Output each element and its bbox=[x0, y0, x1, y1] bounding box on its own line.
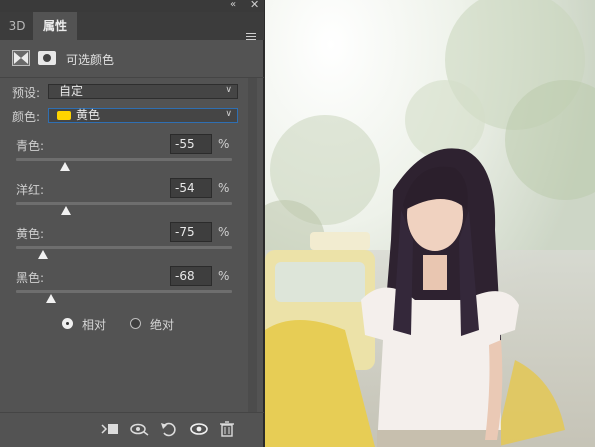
panel-scrollbar[interactable] bbox=[248, 78, 257, 412]
preset-value: 自定 bbox=[59, 84, 84, 98]
relative-radio[interactable] bbox=[62, 318, 73, 329]
yellow-unit: % bbox=[218, 225, 230, 239]
view-previous-icon[interactable] bbox=[130, 421, 150, 437]
adjustment-layer-icon[interactable] bbox=[12, 50, 30, 66]
relative-label: 相对 bbox=[82, 318, 107, 332]
magenta-slider-thumb[interactable] bbox=[60, 206, 71, 215]
preset-label: 预设: bbox=[12, 86, 41, 100]
panel-title: 可选颜色 bbox=[66, 53, 115, 67]
visibility-eye-icon[interactable] bbox=[189, 421, 209, 437]
panel-footer bbox=[0, 412, 264, 447]
black-slider-track[interactable] bbox=[16, 290, 232, 293]
tab-3d[interactable]: 3D bbox=[4, 12, 30, 40]
colors-dropdown[interactable]: 黄色 ∨ bbox=[48, 108, 238, 123]
magenta-slider-track[interactable] bbox=[16, 202, 232, 205]
panel-top-strip: « ✕ bbox=[0, 0, 264, 12]
close-panel-icon[interactable]: ✕ bbox=[250, 0, 259, 11]
black-unit: % bbox=[218, 269, 230, 283]
magenta-input[interactable]: -54 bbox=[170, 178, 212, 198]
yellow-input[interactable]: -75 bbox=[170, 222, 212, 242]
colors-value: 黄色 bbox=[76, 108, 101, 122]
yellow-label: 黄色: bbox=[16, 227, 45, 241]
cyan-label: 青色: bbox=[16, 139, 45, 153]
black-label: 黑色: bbox=[16, 271, 45, 285]
black-slider-thumb[interactable] bbox=[45, 294, 56, 303]
layer-mask-icon[interactable] bbox=[38, 51, 56, 65]
trash-icon[interactable] bbox=[219, 421, 235, 437]
yellow-slider-track[interactable] bbox=[16, 246, 232, 249]
reset-icon[interactable] bbox=[160, 421, 178, 437]
colors-label: 颜色: bbox=[12, 110, 41, 124]
tab-properties[interactable]: 属性 bbox=[33, 12, 77, 40]
tab-bar: 3D 属性 bbox=[0, 12, 264, 40]
cyan-unit: % bbox=[218, 137, 230, 151]
photo-illustration bbox=[265, 0, 595, 447]
chevron-down-icon: ∨ bbox=[225, 85, 232, 95]
yellow-slider-thumb[interactable] bbox=[38, 250, 48, 259]
black-input[interactable]: -68 bbox=[170, 266, 212, 286]
chevron-down-icon: ∨ bbox=[225, 109, 232, 119]
magenta-unit: % bbox=[218, 181, 230, 195]
magenta-label: 洋红: bbox=[16, 183, 45, 197]
color-swatch bbox=[57, 111, 71, 120]
clip-to-layer-icon[interactable] bbox=[100, 421, 120, 437]
collapse-panel-icon[interactable]: « bbox=[230, 0, 236, 10]
cyan-slider-thumb[interactable] bbox=[59, 162, 70, 171]
cyan-slider-track[interactable] bbox=[16, 158, 232, 161]
adjustment-header: 可选颜色 bbox=[0, 40, 264, 78]
girl-long-hair-photo bbox=[265, 0, 595, 447]
properties-panel: « ✕ 3D 属性 可选颜色 预设: 自定 ∨ 颜色: 黄色 ∨ 青色: -55… bbox=[0, 0, 264, 447]
cyan-input[interactable]: -55 bbox=[170, 134, 212, 154]
preset-dropdown[interactable]: 自定 ∨ bbox=[48, 84, 238, 99]
absolute-radio[interactable] bbox=[130, 318, 141, 329]
absolute-label: 绝对 bbox=[150, 318, 175, 332]
